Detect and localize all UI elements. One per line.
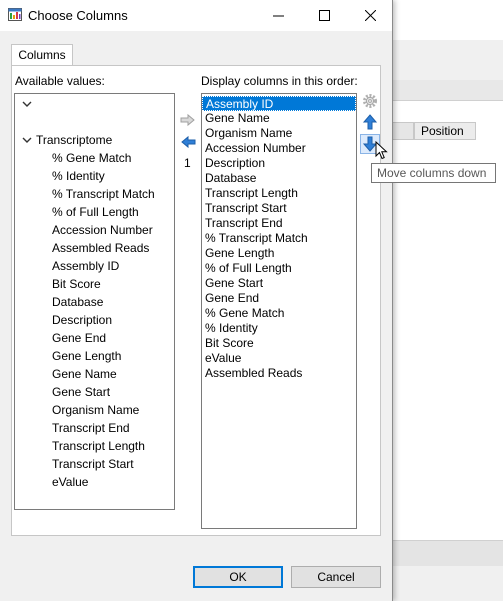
tab-columns[interactable]: Columns: [11, 44, 73, 66]
maximize-icon: [318, 9, 330, 21]
display-item[interactable]: % Transcript Match: [202, 231, 356, 246]
available-item[interactable]: Gene End: [52, 329, 106, 347]
available-item[interactable]: Organism Name: [52, 401, 139, 419]
available-item[interactable]: % Transcript Match: [52, 185, 155, 203]
display-item[interactable]: Accession Number: [202, 141, 356, 156]
display-item[interactable]: eValue: [202, 351, 356, 366]
window-title: Choose Columns: [28, 8, 128, 23]
display-item[interactable]: Database: [202, 171, 356, 186]
display-columns-label: Display columns in this order:: [201, 74, 358, 88]
collapse-chevron-icon[interactable]: [22, 99, 32, 109]
available-item[interactable]: Bit Score: [52, 275, 101, 293]
title-bar: Choose Columns: [0, 0, 392, 31]
available-item[interactable]: % of Full Length: [52, 203, 139, 221]
expand-chevron-icon[interactable]: [22, 135, 32, 145]
cancel-button[interactable]: Cancel: [291, 566, 381, 588]
available-item[interactable]: Description: [52, 311, 112, 329]
display-item[interactable]: Description: [202, 156, 356, 171]
display-item[interactable]: Transcript End: [202, 216, 356, 231]
ok-button[interactable]: OK: [193, 566, 283, 588]
selection-count: 1: [184, 156, 191, 170]
display-items: Assembly ID Gene Name Organism Name Accessi…: [202, 96, 356, 381]
move-down-tooltip: Move columns down: [371, 163, 496, 183]
background-toolbar: [392, 40, 503, 81]
available-item[interactable]: Transcript Length: [52, 437, 145, 455]
display-item[interactable]: Gene Name: [202, 111, 356, 126]
available-item[interactable]: Transcript Start: [52, 455, 134, 473]
close-button[interactable]: [355, 4, 385, 26]
available-item[interactable]: % Identity: [52, 167, 105, 185]
available-values-list[interactable]: Transcriptome % Gene Match% Identity% Tr…: [14, 93, 175, 510]
display-item[interactable]: Assembly ID: [202, 96, 356, 111]
available-item[interactable]: Gene Length: [52, 347, 121, 365]
background-column-header-position: Position: [414, 122, 476, 140]
available-values-label: Available values:: [15, 74, 105, 88]
display-item[interactable]: Bit Score: [202, 336, 356, 351]
available-item[interactable]: Assembly ID: [52, 257, 119, 275]
display-item[interactable]: Gene Length: [202, 246, 356, 261]
display-item[interactable]: % of Full Length: [202, 261, 356, 276]
app-icon: [8, 8, 22, 21]
add-column-arrow-icon[interactable]: [180, 112, 196, 128]
settings-gear-icon[interactable]: [362, 93, 378, 109]
remove-column-arrow-icon[interactable]: [180, 134, 196, 150]
available-item[interactable]: Gene Start: [52, 383, 110, 401]
available-item[interactable]: Transcript End: [52, 419, 130, 437]
background-footer: [392, 566, 503, 601]
available-item[interactable]: Accession Number: [52, 221, 153, 239]
available-item[interactable]: Gene Name: [52, 365, 117, 383]
available-item[interactable]: eValue: [52, 473, 88, 491]
available-item[interactable]: % Gene Match: [52, 149, 131, 167]
display-item[interactable]: Transcript Start: [202, 201, 356, 216]
available-item[interactable]: Database: [52, 293, 103, 311]
mouse-cursor-icon: [375, 141, 388, 160]
background-status-strip: [392, 540, 503, 567]
display-item[interactable]: Transcript Length: [202, 186, 356, 201]
display-item[interactable]: Organism Name: [202, 126, 356, 141]
minimize-icon: [272, 15, 284, 16]
maximize-button[interactable]: [309, 4, 339, 26]
move-up-arrow-icon[interactable]: [362, 114, 378, 130]
tree-node-transcriptome[interactable]: Transcriptome: [36, 131, 112, 149]
display-item[interactable]: % Identity: [202, 321, 356, 336]
background-subtoolbar: [392, 80, 503, 101]
display-item[interactable]: Gene End: [202, 291, 356, 306]
display-item[interactable]: Assembled Reads: [202, 366, 356, 381]
background-column-header-blank: [392, 122, 414, 140]
display-columns-list[interactable]: Assembly ID Gene Name Organism Name Accessi…: [201, 93, 357, 529]
minimize-button[interactable]: [263, 4, 293, 26]
display-item[interactable]: Gene Start: [202, 276, 356, 291]
close-icon: [364, 9, 376, 21]
choose-columns-dialog: Choose Columns Columns Available values:…: [0, 0, 393, 601]
available-item[interactable]: Assembled Reads: [52, 239, 149, 257]
display-item[interactable]: % Gene Match: [202, 306, 356, 321]
